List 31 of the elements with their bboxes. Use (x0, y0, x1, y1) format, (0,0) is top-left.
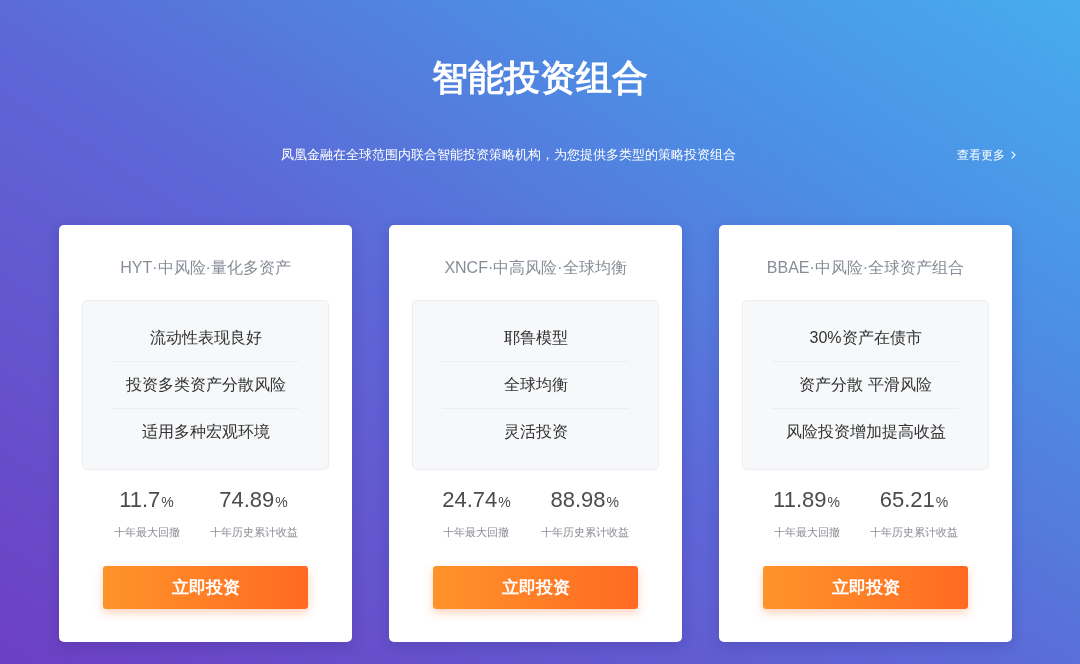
stat-value: 65.21% (879, 486, 949, 514)
stat-label: 十年历史累计收益 (540, 525, 629, 540)
card-title: BBAE·中风险·全球资产组合 (765, 258, 966, 278)
stat-value: 11.89% (773, 486, 840, 514)
feature-text: 资产分散 平滑风险 (798, 375, 933, 395)
feature-text: 流动性表现良好 (148, 328, 263, 348)
stat-label: 十年最大回撤 (443, 525, 510, 540)
chevron-right-icon (1011, 151, 1016, 159)
feature-text: 投资多类资产分散风险 (124, 375, 287, 395)
feature-text: 耶鲁模型 (502, 328, 569, 348)
subtitle-text: 凤凰金融在全球范围内联合智能投资策略机构，为您提供多类型的策略投资组合 (279, 146, 737, 164)
stat-value: 74.89% (219, 486, 288, 514)
stat-value: 88.98% (550, 486, 619, 514)
stat-label: 十年最大回撤 (773, 525, 840, 540)
more-link[interactable]: 查看更多 (957, 145, 1016, 165)
feature-text: 适用多种宏观环境 (140, 422, 271, 442)
stat-label: 十年历史累计收益 (209, 525, 298, 540)
page-title: 智能投资组合 (432, 56, 648, 100)
stat-value: 24.74% (442, 486, 511, 514)
invest-button[interactable]: 立即投资 (103, 566, 308, 609)
stat-label: 十年最大回撤 (113, 525, 180, 540)
card-title: XNCF·中高风险·全球均衡 (443, 258, 628, 278)
feature-text: 灵活投资 (502, 422, 569, 442)
invest-button[interactable]: 立即投资 (433, 566, 638, 609)
stat-value: 11.7% (119, 486, 174, 514)
card-title: HYT·中风险·量化多资产 (119, 258, 292, 278)
feature-text: 风险投资增加提高收益 (784, 422, 947, 442)
invest-button[interactable]: 立即投资 (763, 566, 968, 609)
feature-text: 全球均衡 (502, 375, 569, 395)
stat-label: 十年历史累计收益 (869, 525, 958, 540)
feature-text: 30%资产在债市 (808, 328, 923, 348)
